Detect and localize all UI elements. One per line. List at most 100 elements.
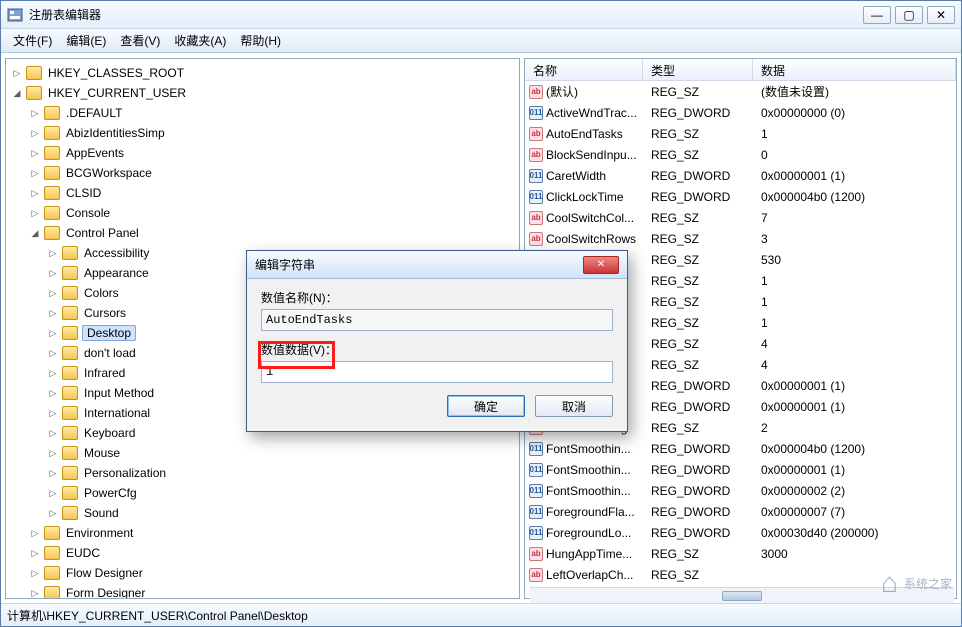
chevron-right-icon[interactable]: ▷ xyxy=(48,308,58,318)
chevron-right-icon[interactable]: ▷ xyxy=(30,528,40,538)
chevron-down-icon[interactable]: ◢ xyxy=(30,228,40,238)
col-name[interactable]: 名称 xyxy=(525,59,643,80)
watermark: ⌂系统之家 xyxy=(881,567,952,599)
chevron-right-icon[interactable]: ▷ xyxy=(30,588,40,598)
folder-icon xyxy=(62,366,78,380)
chevron-right-icon[interactable]: ▷ xyxy=(48,248,58,258)
binary-icon: 011 xyxy=(529,106,543,120)
tree-node[interactable]: ▷.DEFAULT xyxy=(30,103,515,123)
dialog-close-button[interactable]: ✕ xyxy=(583,256,619,274)
binary-icon: 011 xyxy=(529,442,543,456)
table-row[interactable]: 011ForegroundLo...REG_DWORD0x00030d40 (2… xyxy=(525,522,956,543)
table-row[interactable]: abHungAppTime...REG_SZ3000 xyxy=(525,543,956,564)
folder-icon xyxy=(62,406,78,420)
string-icon: ab xyxy=(529,148,543,162)
table-row[interactable]: 011FontSmoothin...REG_DWORD0x00000002 (2… xyxy=(525,480,956,501)
chevron-right-icon[interactable]: ▷ xyxy=(48,348,58,358)
chevron-right-icon[interactable]: ▷ xyxy=(48,468,58,478)
chevron-right-icon[interactable]: ▷ xyxy=(48,488,58,498)
table-row[interactable]: 011ClickLockTimeREG_DWORD0x000004b0 (120… xyxy=(525,186,956,207)
chevron-right-icon[interactable]: ▷ xyxy=(30,548,40,558)
chevron-right-icon[interactable]: ▷ xyxy=(30,108,40,118)
maximize-button[interactable]: ▢ xyxy=(895,6,923,24)
tree-node[interactable]: ▷CLSID xyxy=(30,183,515,203)
tree-node[interactable]: ▷EUDC xyxy=(30,543,515,563)
col-type[interactable]: 类型 xyxy=(643,59,753,80)
tree-node[interactable]: ▷Flow Designer xyxy=(30,563,515,583)
chevron-right-icon[interactable]: ▷ xyxy=(48,268,58,278)
tree-node[interactable]: ▷Console xyxy=(30,203,515,223)
chevron-right-icon[interactable]: ▷ xyxy=(30,128,40,138)
chevron-down-icon[interactable]: ◢ xyxy=(12,88,22,98)
menu-file[interactable]: 文件(F) xyxy=(7,29,58,52)
chevron-right-icon[interactable]: ▷ xyxy=(30,148,40,158)
titlebar[interactable]: 注册表编辑器 — ▢ ✕ xyxy=(1,1,961,29)
menu-help[interactable]: 帮助(H) xyxy=(234,29,287,52)
chevron-right-icon[interactable]: ▷ xyxy=(30,168,40,178)
string-icon: ab xyxy=(529,85,543,99)
tree-node-hkcu[interactable]: ◢HKEY_CURRENT_USER xyxy=(12,83,515,103)
tree-node[interactable]: ▷AppEvents xyxy=(30,143,515,163)
col-data[interactable]: 数据 xyxy=(753,59,956,80)
tree-node[interactable]: ▷Environment xyxy=(30,523,515,543)
tree-node[interactable]: ▷AbizIdentitiesSimp xyxy=(30,123,515,143)
chevron-right-icon[interactable]: ▷ xyxy=(48,408,58,418)
chevron-right-icon[interactable]: ▷ xyxy=(48,508,58,518)
chevron-right-icon[interactable]: ▷ xyxy=(48,448,58,458)
status-path: 计算机\HKEY_CURRENT_USER\Control Panel\Desk… xyxy=(7,607,308,624)
chevron-right-icon[interactable]: ▷ xyxy=(30,208,40,218)
folder-icon xyxy=(62,306,78,320)
string-icon: ab xyxy=(529,232,543,246)
chevron-right-icon[interactable]: ▷ xyxy=(48,368,58,378)
minimize-button[interactable]: — xyxy=(863,6,891,24)
string-icon: ab xyxy=(529,568,543,582)
ok-button[interactable]: 确定 xyxy=(447,395,525,417)
table-row[interactable]: 011CaretWidthREG_DWORD0x00000001 (1) xyxy=(525,165,956,186)
table-row[interactable]: 011ForegroundFla...REG_DWORD0x00000007 (… xyxy=(525,501,956,522)
chevron-right-icon[interactable]: ▷ xyxy=(48,288,58,298)
table-row[interactable]: abCoolSwitchCol...REG_SZ7 xyxy=(525,207,956,228)
chevron-right-icon[interactable]: ▷ xyxy=(12,68,22,78)
menu-edit[interactable]: 编辑(E) xyxy=(60,29,112,52)
tree-node[interactable]: ▷BCGWorkspace xyxy=(30,163,515,183)
close-button[interactable]: ✕ xyxy=(927,6,955,24)
scrollbar-thumb[interactable] xyxy=(722,591,762,601)
folder-icon xyxy=(44,126,60,140)
chevron-right-icon[interactable]: ▷ xyxy=(30,188,40,198)
dialog-titlebar[interactable]: 编辑字符串 ✕ xyxy=(247,251,627,279)
value-name-label: 数值名称(N)： xyxy=(261,289,613,306)
table-row[interactable]: abAutoEndTasksREG_SZ1 xyxy=(525,123,956,144)
folder-icon xyxy=(62,506,78,520)
string-icon: ab xyxy=(529,211,543,225)
table-row[interactable]: 011FontSmoothin...REG_DWORD0x00000001 (1… xyxy=(525,459,956,480)
chevron-right-icon[interactable]: ▷ xyxy=(48,428,58,438)
regedit-icon xyxy=(7,7,23,23)
tree-node[interactable]: ▷Form Designer xyxy=(30,583,515,599)
folder-icon xyxy=(44,206,60,220)
folder-icon xyxy=(44,226,60,240)
value-data-input[interactable] xyxy=(261,361,613,383)
chevron-right-icon[interactable]: ▷ xyxy=(48,388,58,398)
table-row[interactable]: 011FontSmoothin...REG_DWORD0x000004b0 (1… xyxy=(525,438,956,459)
folder-icon xyxy=(62,346,78,360)
chevron-right-icon[interactable]: ▷ xyxy=(30,568,40,578)
table-row[interactable]: 011ActiveWndTrac...REG_DWORD0x00000000 (… xyxy=(525,102,956,123)
string-icon: ab xyxy=(529,127,543,141)
tree-node[interactable]: ▷Sound xyxy=(48,503,515,523)
value-name-input[interactable] xyxy=(261,309,613,331)
table-row[interactable]: abBlockSendInpu...REG_SZ0 xyxy=(525,144,956,165)
table-row[interactable]: abCoolSwitchRowsREG_SZ3 xyxy=(525,228,956,249)
tree-node[interactable]: ▷Mouse xyxy=(48,443,515,463)
menu-view[interactable]: 查看(V) xyxy=(114,29,166,52)
binary-icon: 011 xyxy=(529,505,543,519)
menu-favorites[interactable]: 收藏夹(A) xyxy=(168,29,232,52)
column-headers[interactable]: 名称 类型 数据 xyxy=(525,59,956,81)
tree-node[interactable]: ▷PowerCfg xyxy=(48,483,515,503)
table-row[interactable]: ab(默认)REG_SZ(数值未设置) xyxy=(525,81,956,102)
binary-icon: 011 xyxy=(529,190,543,204)
tree-node-hkcr[interactable]: ▷HKEY_CLASSES_ROOT xyxy=(12,63,515,83)
tree-node[interactable]: ◢Control Panel xyxy=(30,223,515,243)
chevron-right-icon[interactable]: ▷ xyxy=(48,328,58,338)
tree-node[interactable]: ▷Personalization xyxy=(48,463,515,483)
cancel-button[interactable]: 取消 xyxy=(535,395,613,417)
